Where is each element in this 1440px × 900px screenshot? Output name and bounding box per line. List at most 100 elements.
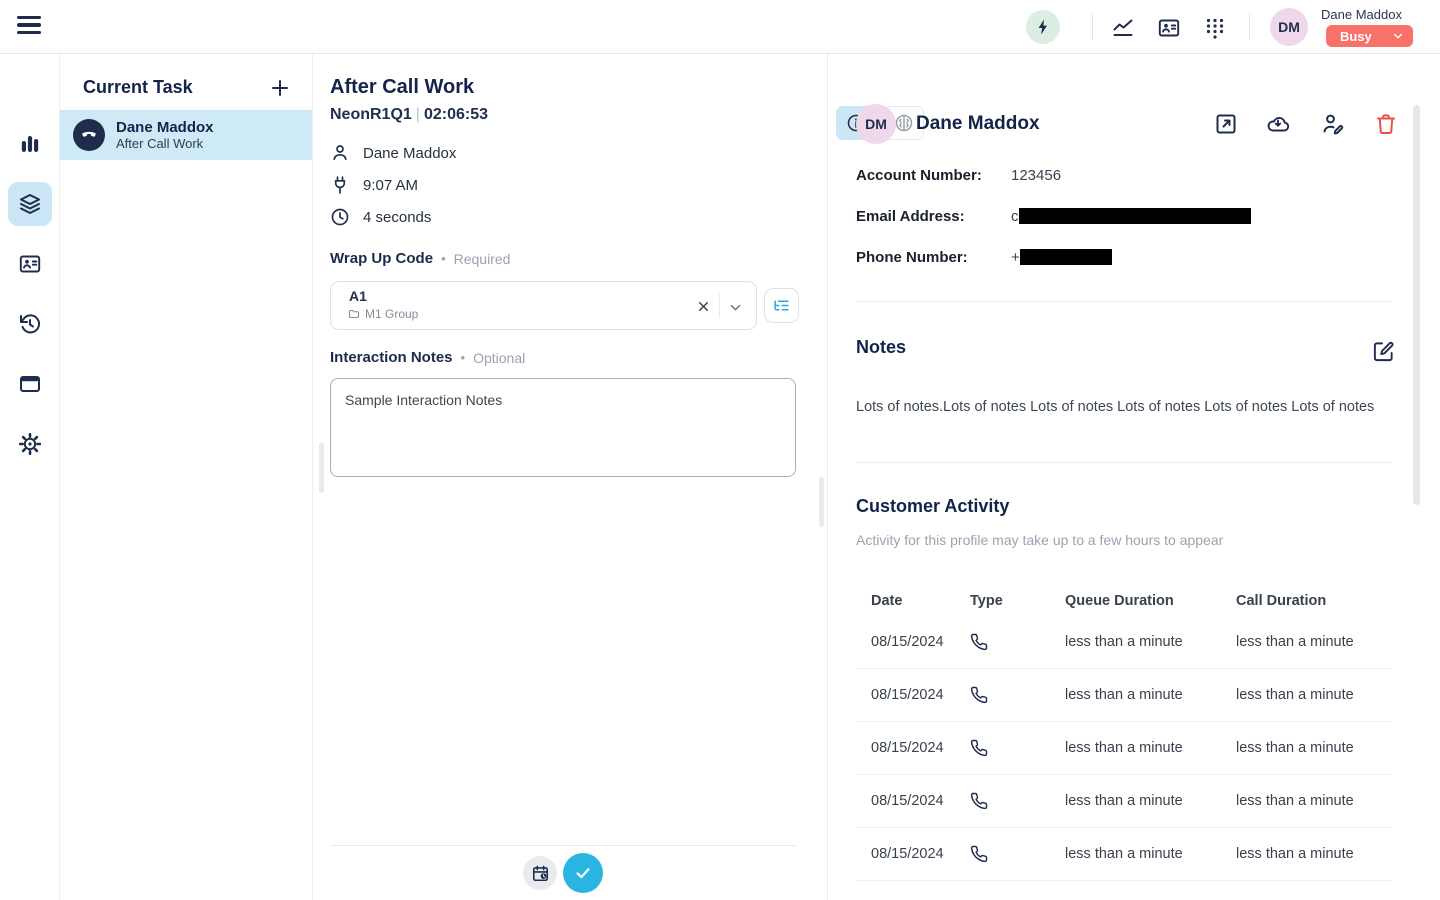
contact-name: Dane Maddox (916, 113, 1040, 135)
delete-contact-button[interactable] (1374, 111, 1400, 137)
tree-icon (773, 297, 790, 314)
topbar-separator (1092, 13, 1093, 41)
status-dropdown[interactable]: Busy (1326, 25, 1413, 47)
calendar-clock-icon (531, 864, 550, 883)
meta-duration-value: 4 seconds (363, 209, 431, 226)
task-list-item[interactable]: Dane Maddox After Call Work (60, 110, 312, 160)
complete-task-button[interactable] (563, 853, 603, 893)
table-row[interactable]: 08/15/2024 less than a minute less than … (856, 722, 1393, 775)
brain-icon (894, 113, 914, 133)
browse-code-tree-button[interactable] (764, 288, 799, 323)
layers-icon (18, 192, 42, 216)
rail-item-dashboard[interactable] (8, 122, 52, 166)
cell-call-duration: less than a minute (1236, 687, 1378, 703)
left-rail (0, 54, 60, 900)
edit-contact-icon (1321, 112, 1347, 136)
bar-chart-icon (18, 132, 42, 156)
field-label: Account Number: (856, 167, 982, 184)
history-icon (18, 312, 42, 336)
cell-queue-duration: less than a minute (1065, 687, 1236, 703)
separator: | (412, 106, 424, 123)
field-value: 123456 (1011, 167, 1061, 184)
wrap-up-code-group: M1 Group (348, 307, 418, 321)
activity-rows: 08/15/2024 less than a minute less than … (856, 616, 1393, 881)
rail-item-queues[interactable] (8, 182, 52, 226)
wrap-up-code-select[interactable]: A1 M1 Group (330, 281, 757, 330)
rail-item-settings[interactable] (8, 422, 52, 466)
export-contact-button[interactable] (1266, 111, 1292, 137)
bullet: • (441, 251, 446, 266)
rail-item-history[interactable] (8, 302, 52, 346)
table-header-row: Date Type Queue Duration Call Duration (856, 586, 1393, 616)
person-icon (330, 143, 350, 163)
field-account-number: Account Number: 123456 (856, 167, 1393, 185)
hamburger-menu-button[interactable] (17, 16, 43, 38)
cell-call-duration: less than a minute (1236, 634, 1378, 650)
notes-title: Notes (856, 337, 906, 358)
contacts-button[interactable] (1155, 14, 1183, 42)
customer-activity-title: Customer Activity (856, 496, 1009, 517)
contact-card-icon (1157, 16, 1181, 40)
contact-panel-scrollbar[interactable] (1413, 105, 1420, 505)
line-chart-icon (1111, 16, 1135, 40)
bullet: • (461, 350, 466, 365)
cell-type (970, 633, 1065, 651)
current-task-panel: Current Task Dane Maddox After Call Work (60, 54, 313, 900)
plus-icon (268, 76, 294, 100)
footer-divider (330, 845, 796, 846)
main-left-scrollbar[interactable] (319, 443, 324, 493)
contact-panel: DM Dane Maddox Account Number: 123456 Em… (829, 54, 1440, 900)
table-row[interactable]: 08/15/2024 less than a minute less than … (856, 775, 1393, 828)
field-email: Email Address: c (856, 208, 1393, 226)
cell-type (970, 845, 1065, 863)
open-contact-button[interactable] (1214, 111, 1240, 137)
cell-type (970, 686, 1065, 704)
meta-contact: Dane Maddox (330, 143, 456, 163)
queue-name: NeonR1Q1 (330, 106, 412, 123)
phone-icon (970, 633, 1065, 651)
x-icon (696, 299, 712, 314)
open-dropdown-button[interactable] (728, 299, 744, 315)
delete-icon (1374, 112, 1400, 136)
meta-contact-name: Dane Maddox (363, 145, 456, 162)
cell-queue-duration: less than a minute (1065, 793, 1236, 809)
column-header-type: Type (970, 593, 1065, 609)
cell-type (970, 792, 1065, 810)
rail-item-workspace[interactable] (8, 362, 52, 406)
dialpad-button[interactable] (1201, 14, 1229, 42)
pencil-square-icon (1372, 340, 1398, 363)
cell-date: 08/15/2024 (856, 846, 970, 862)
meta-start-time-value: 9:07 AM (363, 177, 418, 194)
add-task-button[interactable] (268, 75, 294, 101)
dialpad-icon (1203, 16, 1227, 40)
reporting-button[interactable] (1109, 14, 1137, 42)
cell-queue-duration: less than a minute (1065, 634, 1236, 650)
plug-icon (330, 175, 350, 195)
table-row[interactable]: 08/15/2024 less than a minute less than … (856, 828, 1393, 881)
lightning-icon (1034, 18, 1052, 36)
task-contact-name: Dane Maddox (116, 119, 214, 136)
rail-item-contacts[interactable] (8, 242, 52, 286)
customer-activity-subtitle: Activity for this profile may take up to… (856, 532, 1223, 548)
notes-body: Lots of notes.Lots of notes Lots of note… (856, 397, 1391, 417)
quick-actions-button[interactable] (1026, 10, 1060, 44)
redaction-bar (1020, 249, 1112, 265)
field-value: c (1011, 208, 1251, 225)
cell-date: 08/15/2024 (856, 634, 970, 650)
interaction-notes-label: Interaction Notes (330, 349, 453, 366)
user-avatar[interactable]: DM (1270, 8, 1308, 46)
edit-contact-button[interactable] (1321, 111, 1347, 137)
phone-icon (970, 845, 1065, 863)
edit-notes-button[interactable] (1372, 338, 1398, 364)
table-row[interactable]: 08/15/2024 less than a minute less than … (856, 669, 1393, 722)
schedule-button[interactable] (523, 856, 557, 890)
contact-avatar: DM (856, 104, 896, 144)
phone-icon (970, 739, 1065, 757)
select-divider (719, 294, 720, 318)
interaction-notes-requirement: Optional (473, 350, 525, 366)
table-row[interactable]: 08/15/2024 less than a minute less than … (856, 616, 1393, 669)
interaction-notes-input[interactable]: Sample Interaction Notes (330, 378, 796, 477)
meta-duration: 4 seconds (330, 207, 431, 227)
clear-selection-button[interactable] (696, 298, 712, 314)
main-right-scrollbar[interactable] (819, 477, 824, 527)
